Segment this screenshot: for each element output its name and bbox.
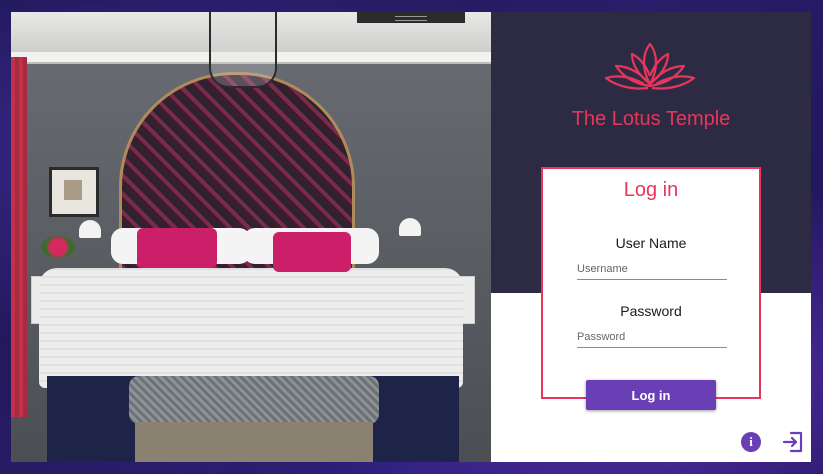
photo-bench-base (135, 422, 373, 462)
password-label: Password (620, 303, 682, 319)
username-input[interactable] (577, 259, 727, 280)
login-title: Log in (623, 179, 679, 201)
photo-chandelier (209, 12, 277, 88)
exit-icon[interactable] (781, 430, 805, 454)
username-label: User Name (615, 235, 687, 251)
photo-wall-art (49, 167, 99, 217)
lotus-logo-icon (604, 42, 696, 90)
bedroom-photo (11, 12, 491, 462)
login-button[interactable]: Log in (586, 380, 716, 410)
login-card: Log in User Name Password (541, 167, 761, 399)
window-drag-handle[interactable] (357, 12, 465, 23)
photo-curtain (11, 57, 27, 417)
info-icon[interactable]: i (741, 432, 761, 452)
photo-pillow-pink-left (137, 228, 217, 268)
photo-lamp-left (79, 220, 101, 238)
password-input[interactable] (577, 327, 727, 348)
login-panel: The Lotus Temple Log in User Name Passwo… (491, 12, 811, 462)
photo-pillow-pink-right (273, 232, 351, 272)
photo-lamp-right (399, 218, 421, 236)
brand-name: The Lotus Temple (571, 108, 731, 130)
app-window: The Lotus Temple Log in User Name Passwo… (11, 12, 811, 462)
photo-bench (129, 376, 379, 424)
photo-duvet (39, 268, 463, 388)
photo-flowers (41, 236, 75, 258)
